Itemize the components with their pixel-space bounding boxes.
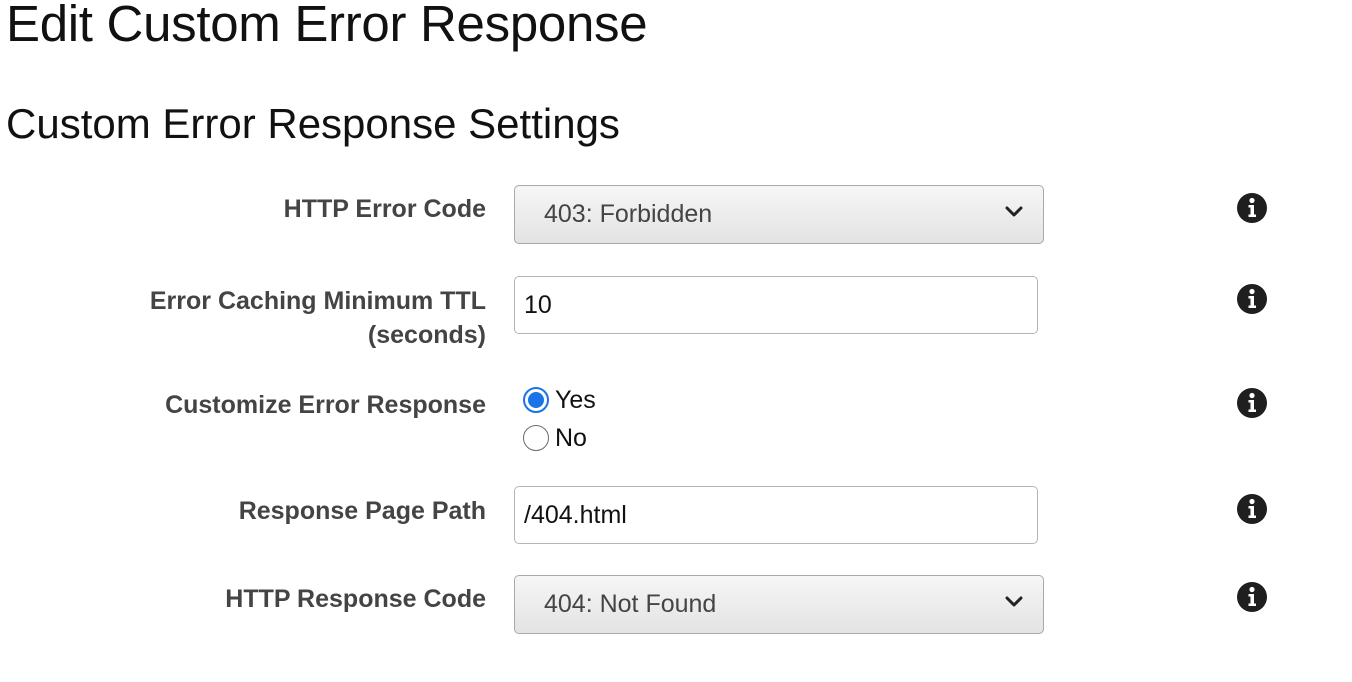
info-icon[interactable] (1236, 192, 1268, 224)
radio-no[interactable] (523, 425, 549, 451)
chevron-down-icon (1005, 596, 1023, 607)
error-caching-ttl-input[interactable] (514, 276, 1038, 334)
http-error-code-value: 403: Forbidden (544, 200, 713, 228)
info-icon[interactable] (1236, 387, 1268, 419)
chevron-down-icon (1005, 206, 1023, 217)
radio-yes-label: Yes (555, 385, 596, 414)
http-error-code-label: HTTP Error Code (283, 195, 486, 223)
response-page-path-label: Response Page Path (238, 497, 486, 525)
edit-custom-error-response-page: Edit Custom Error Response Custom Error … (0, 0, 1352, 682)
http-response-code-select[interactable]: 404: Not Found (514, 575, 1044, 634)
info-icon[interactable] (1236, 493, 1268, 525)
http-error-code-select[interactable]: 403: Forbidden (514, 185, 1044, 244)
error-caching-ttl-label-line2: (seconds) (367, 321, 486, 349)
customize-error-response-no-option[interactable]: No (523, 422, 587, 454)
http-response-code-label: HTTP Response Code (225, 585, 486, 613)
response-page-path-input[interactable] (514, 486, 1038, 544)
error-caching-ttl-label-line1: Error Caching Minimum TTL (149, 287, 486, 315)
page-title: Edit Custom Error Response (6, 0, 648, 52)
info-icon[interactable] (1236, 283, 1268, 315)
http-response-code-value: 404: Not Found (544, 590, 717, 618)
section-title: Custom Error Response Settings (6, 100, 620, 147)
customize-error-response-label: Customize Error Response (165, 391, 486, 419)
radio-no-label: No (555, 423, 587, 452)
info-icon[interactable] (1236, 581, 1268, 613)
customize-error-response-yes-option[interactable]: Yes (523, 384, 596, 416)
radio-yes[interactable] (523, 387, 549, 413)
error-caching-ttl-label: Error Caching Minimum TTL (seconds) (150, 284, 486, 352)
